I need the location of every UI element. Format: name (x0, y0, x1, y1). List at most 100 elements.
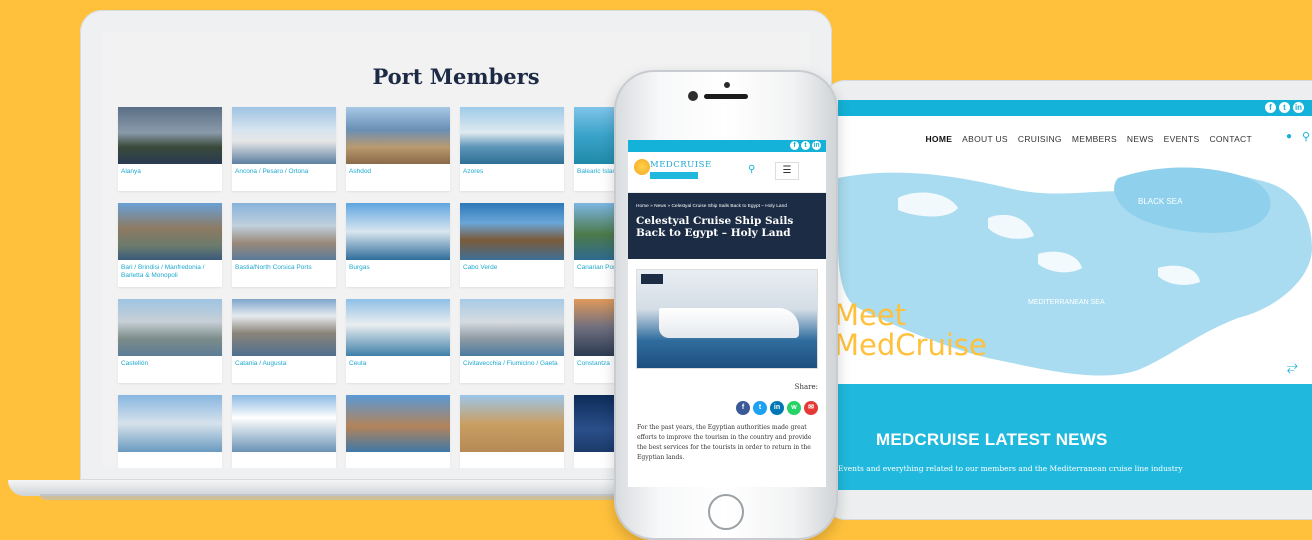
top-bar: f t in (628, 140, 826, 152)
port-card[interactable]: Castellón (118, 299, 222, 383)
port-card[interactable]: Cabo Verde (460, 203, 564, 287)
twitter-icon[interactable]: t (801, 141, 810, 150)
social-links: f t in (1265, 102, 1304, 113)
article-banner: Home » News » Celestyal Cruise Ship Sail… (628, 193, 826, 259)
port-name[interactable]: Alanya (118, 164, 222, 176)
social-links: f t in (790, 141, 821, 150)
sun-logo-icon[interactable] (634, 159, 650, 175)
phone-home-button[interactable] (708, 494, 744, 530)
news-heading: MEDCRUISE LATEST NEWS (876, 430, 1108, 449)
news-subtitle: Events and everything related to our mem… (838, 464, 1183, 473)
port-photo (232, 107, 336, 164)
nav-events[interactable]: EVENTS (1164, 134, 1200, 144)
port-name[interactable] (118, 452, 222, 456)
phone-front-camera (688, 91, 698, 101)
hero-heading: Meet MedCruise (838, 300, 987, 360)
expand-icon[interactable]: ⥂ (1287, 358, 1298, 375)
twitter-icon[interactable]: t (1279, 102, 1290, 113)
nav-cruising[interactable]: CRUISING (1018, 134, 1062, 144)
nav-about-us[interactable]: ABOUT US (962, 134, 1008, 144)
site-logo[interactable]: MEDCRUISE (650, 160, 712, 170)
port-name[interactable]: Ancona / Pesaro / Ortona (232, 164, 336, 176)
share-whatsapp-icon[interactable]: w (787, 401, 801, 415)
port-name[interactable]: Bastia/North Corsica Ports (232, 260, 336, 272)
search-icon[interactable]: ⚲ (748, 164, 755, 175)
port-name[interactable]: Civitavecchia / Fiumicino / Gaeta (460, 356, 564, 368)
port-name[interactable]: Catania / Augusta (232, 356, 336, 368)
map-label-mediterranean-sea: MEDITERRANEAN SEA (1028, 299, 1105, 306)
port-photo (232, 395, 336, 452)
port-name[interactable] (232, 452, 336, 456)
share-facebook-icon[interactable]: f (736, 401, 750, 415)
port-card[interactable]: Catania / Augusta (232, 299, 336, 383)
port-photo (232, 299, 336, 356)
port-name[interactable]: Ashdod (346, 164, 450, 176)
port-card[interactable]: Ashdod (346, 107, 450, 191)
port-card[interactable] (118, 395, 222, 468)
port-photo (118, 203, 222, 260)
hamburger-menu-icon[interactable]: ☰ (775, 162, 799, 180)
phone-speaker (704, 94, 748, 99)
port-name[interactable]: Azores (460, 164, 564, 176)
port-photo (346, 107, 450, 164)
nav-home[interactable]: HOME (925, 134, 952, 144)
breadcrumb[interactable]: Home » News » Celestyal Cruise Ship Sail… (636, 204, 787, 209)
port-card[interactable] (232, 395, 336, 468)
port-photo (460, 395, 564, 452)
port-name[interactable]: Ceuta (346, 356, 450, 368)
port-card[interactable]: Civitavecchia / Fiumicino / Gaeta (460, 299, 564, 383)
port-name[interactable] (346, 452, 450, 456)
port-card[interactable] (346, 395, 450, 468)
article-body: For the past years, the Egyptian authori… (637, 424, 812, 461)
nav-news[interactable]: NEWS (1127, 134, 1154, 144)
linkedin-icon[interactable]: in (812, 141, 821, 150)
user-icon[interactable]: ● (1286, 131, 1292, 142)
port-card[interactable]: Ancona / Pesaro / Ortona (232, 107, 336, 191)
share-email-icon[interactable]: ✉ (804, 401, 818, 415)
cruise-ship-image (636, 269, 818, 369)
linkedin-icon[interactable]: in (1293, 102, 1304, 113)
tablet-screen: f t in HOME ABOUT US CRUISING MEMBERS NE… (838, 100, 1312, 490)
hero-line-1: Meet (838, 298, 907, 332)
top-bar: f t in (838, 100, 1312, 116)
map-label-black-sea: BLACK SEA (1138, 197, 1183, 206)
port-photo (460, 203, 564, 260)
port-card[interactable]: Alanya (118, 107, 222, 191)
port-name[interactable]: Burgas (346, 260, 450, 272)
port-photo (460, 299, 564, 356)
port-card[interactable] (460, 395, 564, 468)
article-title: Celestyal Cruise Ship Sails Back to Egyp… (636, 215, 794, 239)
main-nav: HOME ABOUT US CRUISING MEMBERS NEWS EVEN… (925, 134, 1252, 144)
port-members-grid: Alanya Ancona / Pesaro / Ortona Ashdod A… (118, 107, 678, 468)
port-name[interactable]: Castellón (118, 356, 222, 368)
port-name[interactable]: Cabo Verde (460, 260, 564, 272)
port-photo (118, 299, 222, 356)
share-linkedin-icon[interactable]: in (770, 401, 784, 415)
port-card[interactable]: Ceuta (346, 299, 450, 383)
port-card[interactable]: Bari / Brindisi / Manfredonia / Barletta… (118, 203, 222, 287)
port-card[interactable]: Bastia/North Corsica Ports (232, 203, 336, 287)
share-twitter-icon[interactable]: t (753, 401, 767, 415)
port-photo (346, 299, 450, 356)
latest-news-section: MEDCRUISE LATEST NEWS Events and everyth… (838, 384, 1312, 490)
facebook-icon[interactable]: f (790, 141, 799, 150)
phone-screen: f t in MEDCRUISE ⚲ ☰ Home » News » Celes… (628, 140, 826, 487)
share-buttons: f t in w ✉ (628, 391, 826, 415)
hero-line-2: MedCruise (838, 328, 987, 362)
logo-waves (650, 172, 698, 179)
facebook-icon[interactable]: f (1265, 102, 1276, 113)
port-photo (346, 203, 450, 260)
nav-members[interactable]: MEMBERS (1072, 134, 1117, 144)
port-photo (118, 107, 222, 164)
port-name[interactable]: Bari / Brindisi / Manfredonia / Barletta… (118, 260, 222, 280)
ship-shape (659, 308, 799, 338)
port-photo (118, 395, 222, 452)
port-card[interactable]: Burgas (346, 203, 450, 287)
nav-contact[interactable]: CONTACT (1209, 134, 1252, 144)
port-card[interactable]: Azores (460, 107, 564, 191)
port-photo (460, 107, 564, 164)
celestyal-logo-badge (641, 274, 663, 284)
site-header: MEDCRUISE ⚲ ☰ (628, 152, 826, 193)
search-icon[interactable]: ⚲ (1302, 130, 1310, 143)
port-name[interactable] (460, 452, 564, 456)
